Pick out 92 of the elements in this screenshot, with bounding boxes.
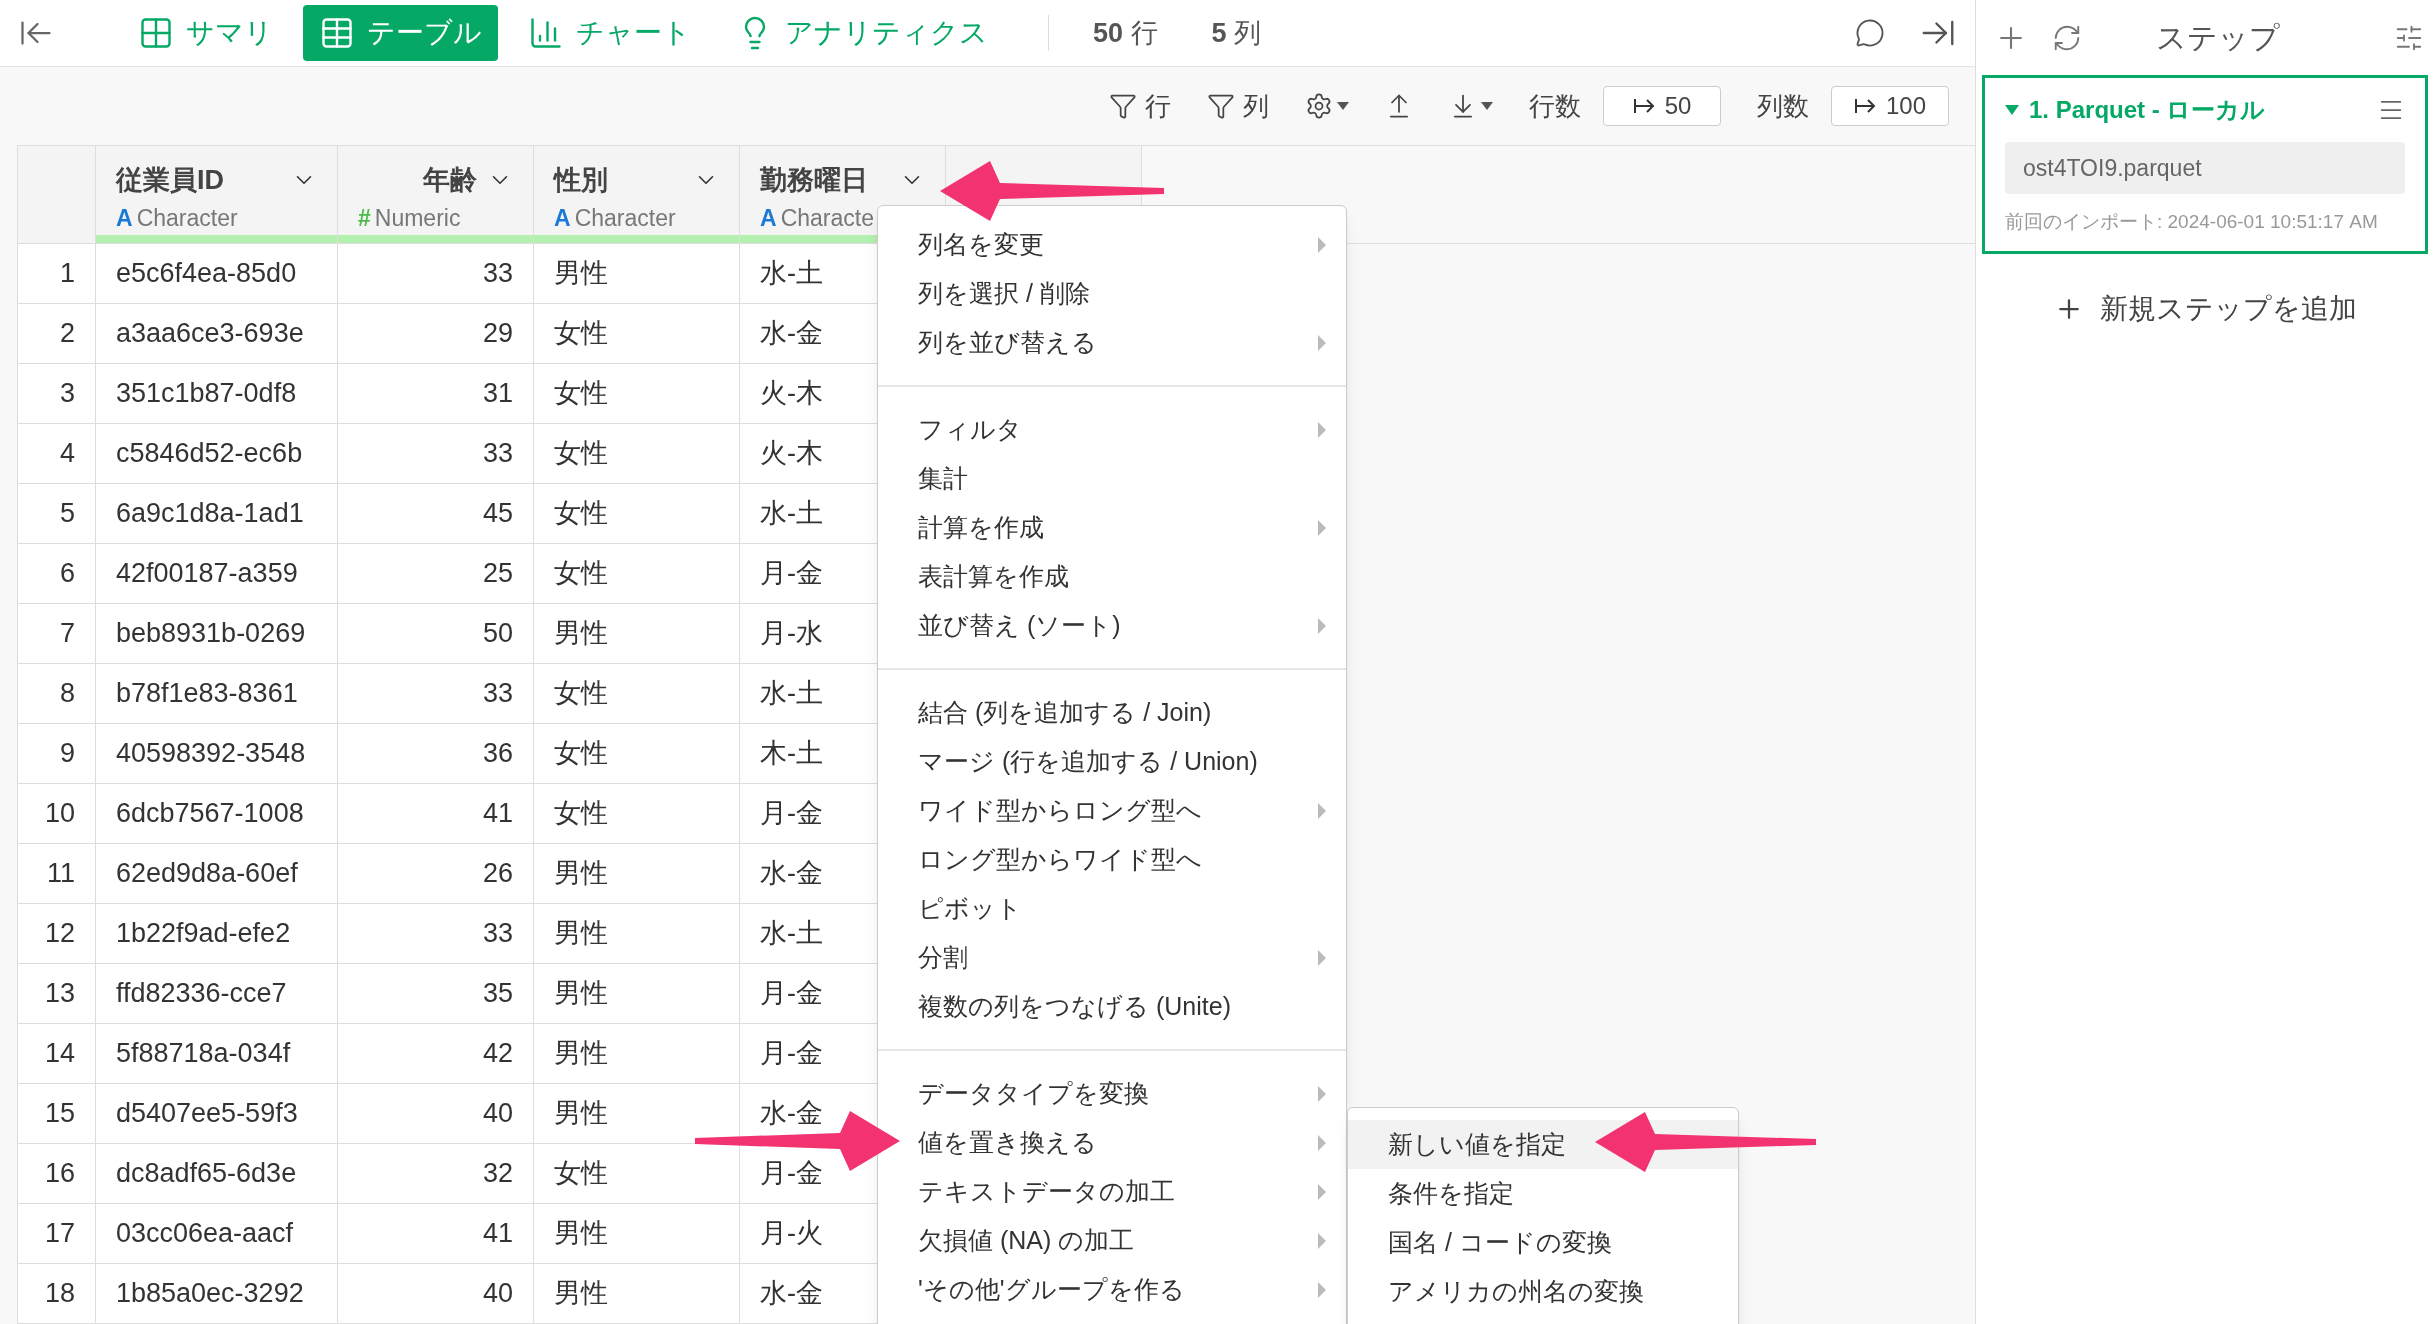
- row-number: 7: [18, 604, 96, 664]
- row-number: 3: [18, 364, 96, 424]
- row-number: 6: [18, 544, 96, 604]
- table-cell: dc8adf65-6d3e: [96, 1144, 338, 1204]
- row-number: 5: [18, 484, 96, 544]
- table-cell: 33: [338, 424, 534, 484]
- table-cell: 男性: [534, 1204, 740, 1264]
- column-type: Character: [574, 203, 676, 233]
- table-cell: 40: [338, 1264, 534, 1324]
- panel-title: ステップ: [2156, 20, 2280, 56]
- column-type: Numeric: [374, 203, 461, 233]
- row-number: 18: [18, 1264, 96, 1324]
- row-count-label: 行数: [1529, 89, 1581, 123]
- row-number: 15: [18, 1084, 96, 1144]
- table-cell: 男性: [534, 1024, 740, 1084]
- table-cell: 女性: [534, 484, 740, 544]
- row-number: 16: [18, 1144, 96, 1204]
- table-cell: 女性: [534, 544, 740, 604]
- table-cell: 35: [338, 964, 534, 1024]
- table-cell: 62ed9d8a-60ef: [96, 844, 338, 904]
- table-cell: 男性: [534, 844, 740, 904]
- type-icon: A: [554, 200, 571, 235]
- row-number: 10: [18, 784, 96, 844]
- column-name: 従業員ID: [116, 164, 224, 197]
- type-icon: A: [116, 200, 133, 235]
- step-title: 1. Parquet - ローカル: [2029, 95, 2267, 125]
- column-name: 勤務曜日: [760, 164, 868, 197]
- table-cell: 50: [338, 604, 534, 664]
- table-cell: 1b22f9ad-efe2: [96, 904, 338, 964]
- table-cell: 31: [338, 364, 534, 424]
- count-label: 50 行: [1093, 16, 1158, 50]
- count-label: 5 列: [1211, 16, 1262, 50]
- table-cell: d5407ee5-59f3: [96, 1084, 338, 1144]
- table-cell: 男性: [534, 1084, 740, 1144]
- type-icon: #: [358, 200, 371, 235]
- table-cell: beb8931b-0269: [96, 604, 338, 664]
- row-number: 1: [18, 244, 96, 304]
- column-name: 性別: [554, 164, 608, 197]
- row-number: 2: [18, 304, 96, 364]
- row-number: 13: [18, 964, 96, 1024]
- table-cell: 45: [338, 484, 534, 544]
- table-cell: 女性: [534, 724, 740, 784]
- table-cell: 1b85a0ec-3292: [96, 1264, 338, 1324]
- type-icon: A: [760, 200, 777, 235]
- table-cell: 29: [338, 304, 534, 364]
- row-number: 4: [18, 424, 96, 484]
- table-cell: 女性: [534, 304, 740, 364]
- table-cell: 26: [338, 844, 534, 904]
- row-number: 8: [18, 664, 96, 724]
- row-number: 11: [18, 844, 96, 904]
- table-cell: 女性: [534, 784, 740, 844]
- table-cell: 42f00187-a359: [96, 544, 338, 604]
- table-cell: 女性: [534, 424, 740, 484]
- column-type: Characte: [780, 203, 874, 233]
- table-cell: 6dcb7567-1008: [96, 784, 338, 844]
- column-count-label: 列数: [1757, 89, 1809, 123]
- table-cell: 03cc06ea-aacf: [96, 1204, 338, 1264]
- column-name: 年齢: [423, 164, 477, 197]
- row-number: 14: [18, 1024, 96, 1084]
- column-type: Character: [136, 203, 238, 233]
- table-cell: 36: [338, 724, 534, 784]
- table-cell: 33: [338, 904, 534, 964]
- table-cell: a3aa6ce3-693e: [96, 304, 338, 364]
- table-cell: 41: [338, 1204, 534, 1264]
- table-cell: ffd82336-cce7: [96, 964, 338, 1024]
- file-field: ost4TOI9.parquet: [2005, 142, 2405, 194]
- table-cell: c5846d52-ec6b: [96, 424, 338, 484]
- table-cell: 男性: [534, 604, 740, 664]
- table-cell: 女性: [534, 1144, 740, 1204]
- table-cell: 42: [338, 1024, 534, 1084]
- table-cell: 男性: [534, 1264, 740, 1324]
- row-number: 17: [18, 1204, 96, 1264]
- table-cell: 男性: [534, 964, 740, 1024]
- table-cell: 33: [338, 664, 534, 724]
- table-cell: b78f1e83-8361: [96, 664, 338, 724]
- table-cell: 女性: [534, 364, 740, 424]
- table-cell: 33: [338, 244, 534, 304]
- table-cell: 5f88718a-034f: [96, 1024, 338, 1084]
- table-cell: 351c1b87-0df8: [96, 364, 338, 424]
- row-number: 12: [18, 904, 96, 964]
- import-timestamp: 前回のインポート: 2024-06-01 10:51:17 AM: [2005, 210, 2379, 234]
- table-cell: 女性: [534, 664, 740, 724]
- table-cell: 41: [338, 784, 534, 844]
- table-cell: 32: [338, 1144, 534, 1204]
- table-cell: 40: [338, 1084, 534, 1144]
- row-number: 9: [18, 724, 96, 784]
- table-cell: 男性: [534, 244, 740, 304]
- table-cell: e5c6f4ea-85d0: [96, 244, 338, 304]
- table-cell: 6a9c1d8a-1ad1: [96, 484, 338, 544]
- table-cell: 40598392-3548: [96, 724, 338, 784]
- table-cell: 25: [338, 544, 534, 604]
- table-cell: 男性: [534, 904, 740, 964]
